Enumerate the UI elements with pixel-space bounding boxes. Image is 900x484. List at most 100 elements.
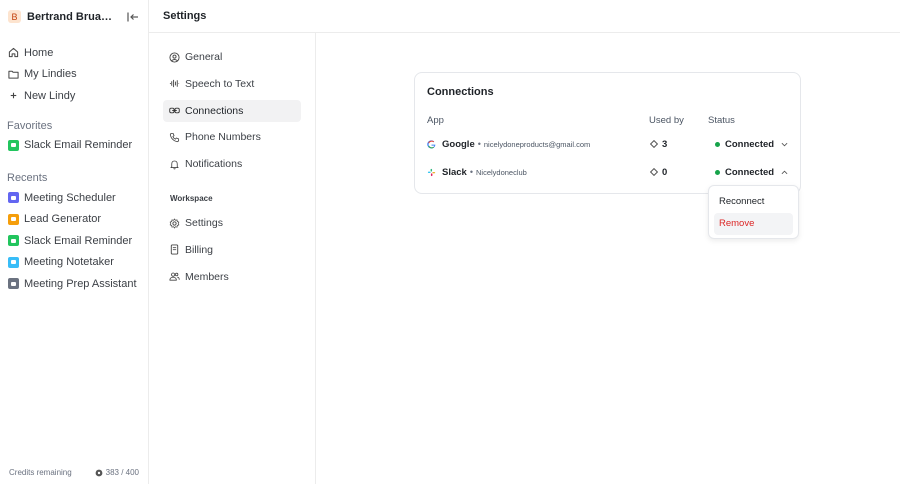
settings-tab-label: General: [185, 51, 223, 63]
settings-nav: General Speech to Text Connections Phone…: [149, 33, 316, 484]
workspace-section-label: Workspace: [170, 194, 213, 204]
recent-item-meeting-prep-assistant[interactable]: Meeting Prep Assistant: [0, 273, 148, 295]
lindy-app-icon: [8, 235, 19, 247]
settings-tab-label: Phone Numbers: [185, 131, 261, 144]
slack-icon: [427, 168, 436, 176]
connection-account: nicelydoneproducts@gmail.com: [483, 139, 591, 149]
used-by-count: 3: [662, 138, 668, 150]
settings-tab-notifications[interactable]: Notifications: [163, 153, 301, 175]
lindy-diamond-icon: [650, 168, 658, 176]
status-label: Connected: [725, 138, 775, 150]
nav-my-lindies-label: My Lindies: [24, 68, 77, 81]
favorite-item-slack-email-reminder[interactable]: Slack Email Reminder: [0, 135, 148, 157]
waveform-icon: [169, 80, 180, 88]
workspace-name[interactable]: Bertrand Bruandet's...: [27, 11, 117, 23]
gear-icon: [169, 218, 180, 229]
credits-label: Credits remaining: [9, 468, 72, 477]
lindy-app-icon: [8, 192, 19, 204]
collapse-sidebar-icon[interactable]: [126, 10, 140, 24]
connection-row-google: Google • nicelydoneproducts@gmail.com 3 …: [415, 136, 800, 152]
settings-tab-connections[interactable]: Connections: [163, 99, 301, 122]
used-by-count: 0: [662, 166, 668, 178]
connections-card: Connections App Used by Status Google • …: [414, 72, 801, 194]
settings-tab-label: Settings: [185, 217, 223, 230]
chevron-up-icon: [781, 170, 788, 174]
lindy-diamond-icon: [650, 140, 658, 148]
separator-dot: •: [469, 167, 473, 177]
column-header-status: Status: [708, 115, 735, 126]
sidebar: B Bertrand Bruandet's... Home My Lindies…: [0, 0, 149, 484]
top-bar: Settings: [149, 0, 900, 33]
status-dropdown-menu: Reconnect Remove: [708, 185, 799, 239]
settings-tab-label: Notifications: [185, 158, 243, 171]
phone-icon: [169, 132, 180, 142]
column-header-used-by: Used by: [649, 115, 684, 126]
connections-title: Connections: [427, 86, 494, 98]
used-by-cell: 0: [650, 167, 667, 178]
status-dot: [715, 141, 720, 147]
connection-app-name: Slack: [442, 166, 467, 178]
recent-item-label: Lead Generator: [24, 213, 102, 226]
settings-tab-members[interactable]: Members: [163, 266, 301, 288]
credits-value: 383 / 400: [105, 468, 139, 477]
lindy-app-icon: [8, 278, 19, 290]
favorite-item-label: Slack Email Reminder: [24, 139, 133, 152]
connection-account: Nicelydoneclub: [475, 167, 527, 177]
users-icon: [169, 272, 180, 281]
settings-tab-label: Speech to Text: [185, 77, 255, 90]
used-by-cell: 3: [650, 139, 667, 150]
status-label: Connected: [725, 166, 775, 178]
settings-tab-speech-to-text[interactable]: Speech to Text: [163, 73, 301, 95]
recents-label: Recents: [7, 172, 48, 184]
lindy-app-icon: [8, 213, 19, 225]
home-icon: [8, 48, 19, 58]
recent-item-meeting-scheduler[interactable]: Meeting Scheduler: [0, 187, 148, 209]
plus-icon: [10, 93, 17, 99]
bell-icon: [170, 160, 179, 169]
settings-tab-billing[interactable]: Billing: [163, 239, 301, 261]
lindy-app-icon: [8, 139, 19, 151]
recent-item-label: Meeting Scheduler: [24, 191, 116, 204]
user-circle-icon: [169, 51, 180, 63]
status-dropdown-trigger[interactable]: Connected: [715, 139, 788, 150]
settings-tab-label: Connections: [185, 104, 244, 117]
chevron-down-icon: [781, 142, 788, 146]
settings-tab-general[interactable]: General: [163, 46, 301, 68]
connection-app-cell: Slack • Nicelydoneclub: [427, 167, 527, 178]
settings-tab-phone-numbers[interactable]: Phone Numbers: [163, 126, 301, 148]
favorites-label: Favorites: [7, 119, 53, 132]
recent-item-meeting-notetaker[interactable]: Meeting Notetaker: [0, 252, 148, 274]
credits-footer: Credits remaining 383 / 400: [9, 468, 139, 477]
menu-item-reconnect[interactable]: Reconnect: [714, 191, 793, 213]
receipt-icon: [170, 244, 179, 256]
nav-new-lindy-label: New Lindy: [24, 89, 76, 102]
lindy-app-icon: [8, 256, 19, 268]
connection-app-name: Google: [442, 138, 475, 150]
folder-icon: [8, 70, 19, 79]
connection-row-slack: Slack • Nicelydoneclub 0 Connected: [415, 164, 800, 180]
settings-tab-label: Billing: [185, 243, 214, 256]
recent-item-lead-generator[interactable]: Lead Generator: [0, 209, 148, 231]
nav-home[interactable]: Home: [0, 42, 148, 64]
separator-dot: •: [477, 139, 481, 149]
credits-value-wrap: 383 / 400: [95, 468, 139, 477]
link-icon: [169, 107, 180, 114]
gear-credits-icon: [95, 469, 103, 476]
nav-home-label: Home: [24, 46, 54, 59]
recent-item-label: Meeting Notetaker: [24, 256, 114, 269]
status-dropdown-trigger[interactable]: Connected: [715, 167, 788, 178]
nav-my-lindies[interactable]: My Lindies: [0, 64, 148, 86]
connection-app-cell: Google • nicelydoneproducts@gmail.com: [427, 139, 590, 150]
settings-tab-label: Members: [185, 270, 229, 283]
menu-item-remove[interactable]: Remove: [714, 213, 793, 235]
nav-new-lindy[interactable]: New Lindy: [0, 85, 148, 107]
recent-item-slack-email-reminder[interactable]: Slack Email Reminder: [0, 230, 148, 252]
recent-item-label: Slack Email Reminder: [24, 234, 133, 247]
workspace-avatar: B: [8, 10, 21, 23]
google-icon: [427, 139, 436, 148]
workspace-header[interactable]: B Bertrand Bruandet's...: [0, 0, 148, 33]
recent-item-label: Meeting Prep Assistant: [24, 277, 137, 290]
main-nav: Home My Lindies New Lindy: [0, 33, 148, 107]
settings-tab-workspace-settings[interactable]: Settings: [163, 212, 301, 234]
status-dot: [715, 169, 720, 175]
